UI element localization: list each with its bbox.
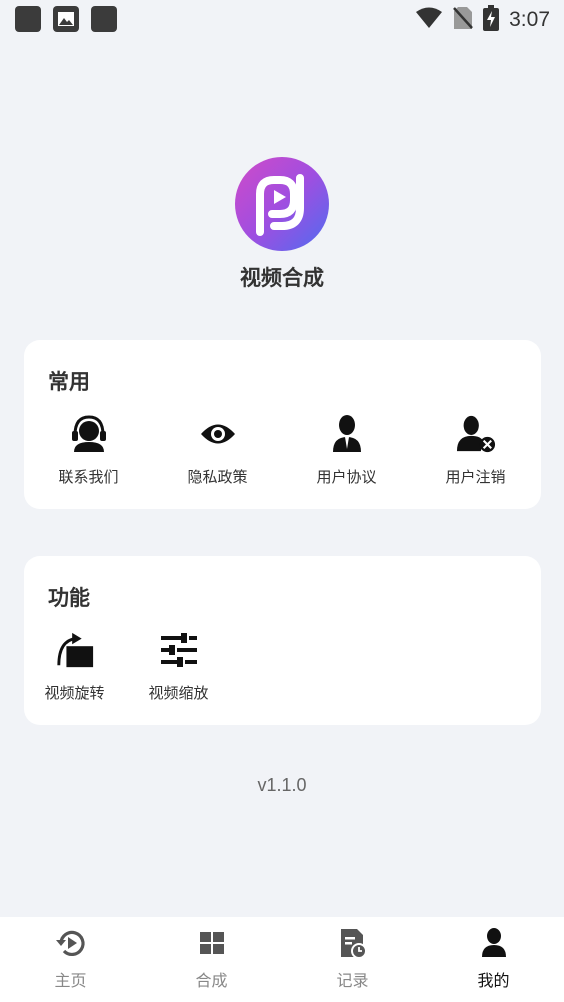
app-name: 视频合成 <box>240 266 324 290</box>
common-section-card: 常用 联系我们 隐私政策 用户协议 用户注销 <box>24 340 541 509</box>
nav-item-home[interactable]: 主页 <box>0 917 141 1002</box>
home-replay-icon <box>55 927 87 959</box>
battery-charging-icon <box>483 5 500 35</box>
user-agreement-button[interactable]: 用户协议 <box>282 414 411 494</box>
image-icon <box>53 6 79 32</box>
privacy-policy-label: 隐私政策 <box>187 468 248 486</box>
video-rotate-label: 视频旋转 <box>44 684 105 702</box>
notification-square-icon <box>91 6 117 32</box>
contact-us-button[interactable]: 联系我们 <box>24 414 153 494</box>
notification-square-icon <box>15 6 41 32</box>
functions-section-title: 功能 <box>48 586 90 610</box>
nav-item-compose[interactable]: 合成 <box>141 917 282 1002</box>
nav-label-home: 主页 <box>54 971 87 990</box>
functions-section-card: 功能 视频旋转 视频缩放 <box>24 556 541 725</box>
nav-label-compose: 合成 <box>195 971 228 990</box>
privacy-policy-button[interactable]: 隐私政策 <box>153 414 282 494</box>
record-document-icon <box>337 927 369 959</box>
user-deregister-button[interactable]: 用户注销 <box>411 414 540 494</box>
headset-support-icon <box>69 414 109 454</box>
user-deregister-label: 用户注销 <box>445 468 506 486</box>
no-sim-icon <box>453 6 474 34</box>
profile-screen: 3:07 视频合成 常用 联系我们 隐私政策 用户协议 用户注销 功能 视频旋转… <box>0 0 564 1002</box>
nav-item-records[interactable]: 记录 <box>282 917 423 1002</box>
version-text: v1.1.0 <box>257 775 307 795</box>
grid-icon <box>196 927 228 959</box>
sliders-icon <box>159 630 199 670</box>
video-scale-label: 视频缩放 <box>148 684 209 702</box>
status-bar: 3:07 <box>0 0 564 40</box>
bottom-nav: 主页 合成 记录 我的 <box>0 917 564 1002</box>
user-agreement-label: 用户协议 <box>316 468 377 486</box>
contact-us-label: 联系我们 <box>58 468 119 486</box>
profile-icon <box>478 927 510 959</box>
eye-icon <box>198 414 238 454</box>
wifi-icon <box>415 7 443 33</box>
common-section-title: 常用 <box>48 370 90 394</box>
rotate-icon <box>55 630 95 670</box>
user-remove-icon <box>456 414 496 454</box>
app-logo-icon <box>234 156 330 252</box>
status-time: 3:07 <box>509 8 550 31</box>
nav-item-mine[interactable]: 我的 <box>423 917 564 1002</box>
user-agreement-icon <box>327 414 367 454</box>
video-scale-button[interactable]: 视频缩放 <box>114 630 243 710</box>
nav-label-records: 记录 <box>336 971 369 990</box>
nav-label-mine: 我的 <box>477 971 510 990</box>
